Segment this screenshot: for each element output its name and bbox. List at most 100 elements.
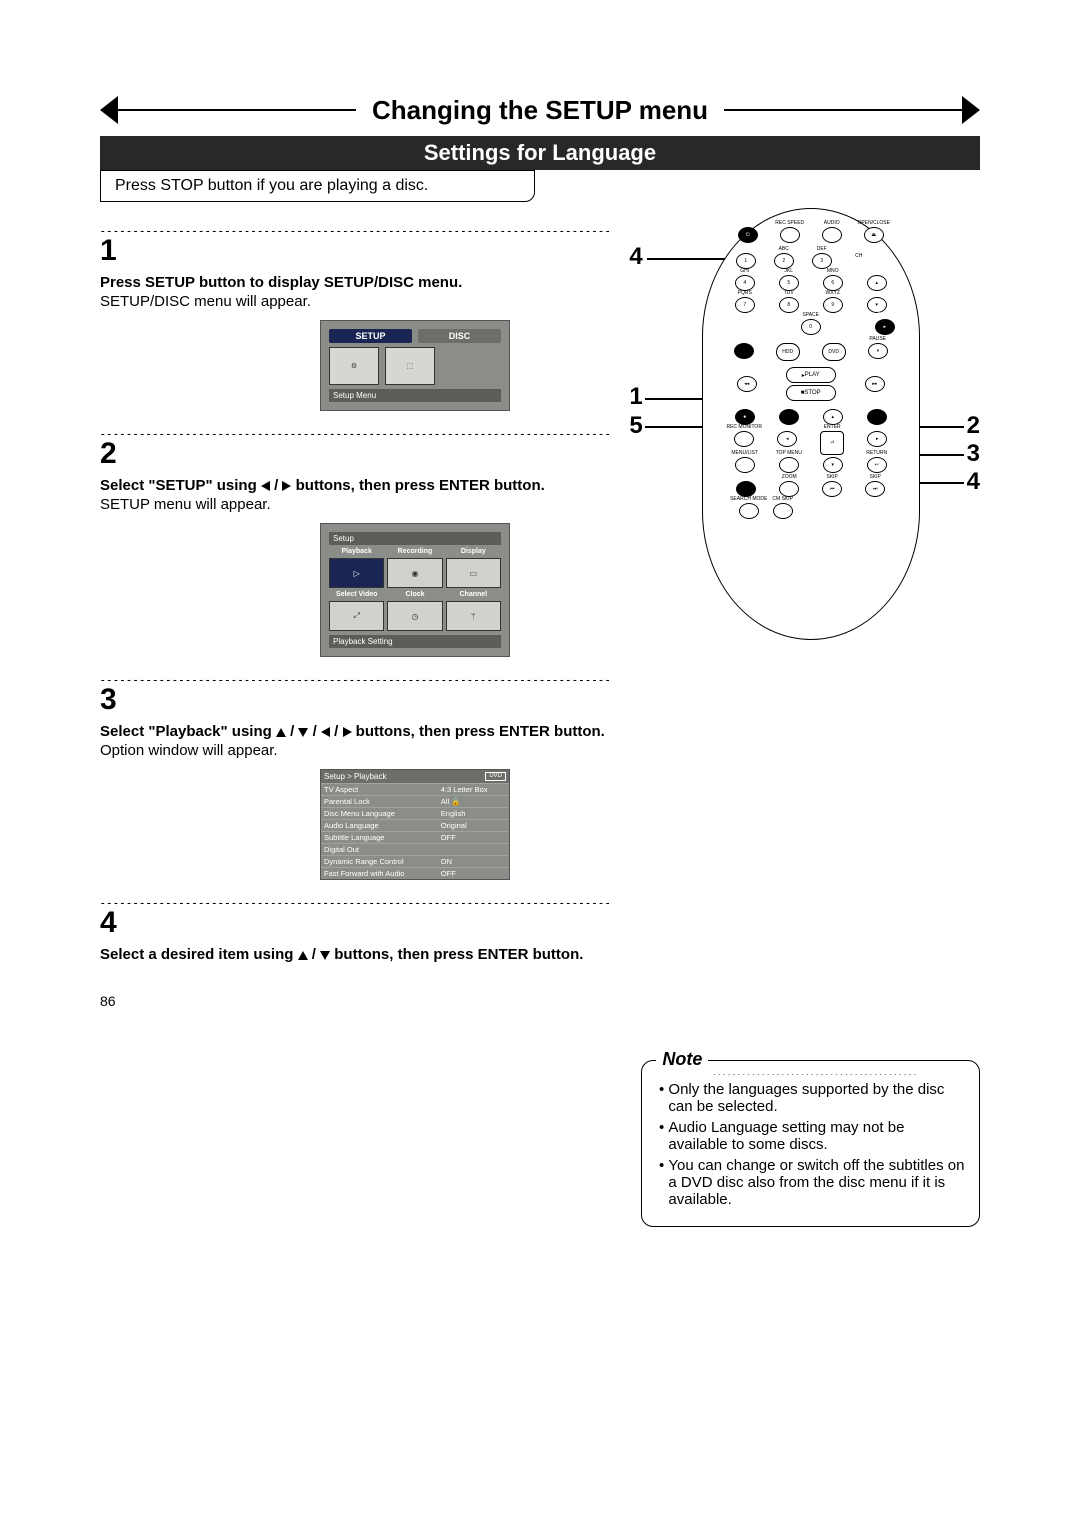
- pause-button: PAUSE⏸: [868, 343, 888, 359]
- step-number-1: 1: [100, 234, 611, 268]
- num-4: GHI4: [735, 275, 755, 291]
- note-item: Audio Language setting may not be availa…: [668, 1119, 967, 1153]
- num-2: ABC2: [774, 253, 794, 269]
- divider-dots: ........................................…: [100, 224, 611, 232]
- step-number-3: 3: [100, 683, 611, 717]
- step2-text: SETUP menu will appear.: [100, 496, 611, 513]
- osd1-footer: Setup Menu: [329, 389, 501, 402]
- osd-clock-cell: ◷: [387, 601, 442, 631]
- page-number: 86: [100, 993, 611, 1009]
- osd2-footer: Playback Setting: [329, 635, 501, 648]
- callout-3: 3: [967, 440, 980, 468]
- note-item: Only the languages supported by the disc…: [668, 1081, 967, 1115]
- step4-instruction: Select a desired item using / buttons, t…: [100, 946, 611, 963]
- dpad-down: ▾: [823, 457, 843, 473]
- step2-instruction: Select "SETUP" using / buttons, then pre…: [100, 477, 611, 494]
- left-arrow-icon: [261, 481, 270, 491]
- play-button: ▸ PLAY: [786, 367, 836, 383]
- searchmode-button: SEARCH MODE: [739, 503, 759, 519]
- down-arrow-icon: [320, 951, 330, 960]
- stop-button: ■ STOP: [786, 385, 836, 401]
- callout-1: 1: [629, 383, 642, 411]
- rec-otr-button: REC/OTR●: [735, 409, 755, 425]
- dpad-up: ▴: [823, 409, 843, 425]
- osd-disc-tile: ⬚: [385, 347, 435, 385]
- osd-recording-cell: ◉: [387, 558, 442, 588]
- power-button: POWER⏻: [738, 227, 758, 243]
- recspeed-button: REC SPEED: [780, 227, 800, 243]
- menulist-button: MENU/LIST: [735, 457, 755, 473]
- note-box: Note ...................................…: [641, 1060, 980, 1227]
- osd-playback-options: Setup > PlaybackDVD TV Aspect4:3 Letter …: [320, 769, 510, 880]
- num-3: DEF3: [812, 253, 832, 269]
- setup-button: SETUP: [779, 409, 799, 425]
- osd-tab-disc: DISC: [418, 329, 501, 343]
- hdd-button: HDD: [776, 343, 800, 361]
- page-title: Changing the SETUP menu: [356, 95, 724, 126]
- osd-setup-disc-menu: SETUP DISC ⚙ ⬚ Setup Menu: [320, 320, 510, 411]
- note-item: You can change or switch off the subtitl…: [668, 1157, 967, 1208]
- callout-4: 4: [629, 243, 642, 271]
- dpad-right: ▸: [867, 431, 887, 447]
- return-button: RETURN↩: [867, 457, 887, 473]
- osd-tab-setup: SETUP: [329, 329, 412, 343]
- dpad-left: ◂: [777, 431, 797, 447]
- left-arrow-icon: [321, 727, 330, 737]
- step3-text: Option window will appear.: [100, 742, 611, 759]
- cmskip-button: CM SKIP: [773, 503, 793, 519]
- pre-step-box: Press STOP button if you are playing a d…: [100, 170, 535, 202]
- step-number-4: 4: [100, 906, 611, 940]
- audio-button: AUDIO: [822, 227, 842, 243]
- step1-text: SETUP/DISC menu will appear.: [100, 293, 611, 310]
- ff-button: ▸▸: [865, 376, 885, 392]
- callout-5: 5: [629, 412, 642, 440]
- ch-up: ▴: [867, 275, 887, 291]
- step-number-2: 2: [100, 437, 611, 471]
- remote-control-diagram: POWER⏻ REC SPEED AUDIO OPEN/CLOSE⏏ 1 ABC…: [702, 208, 920, 640]
- divider-dots: ........................................…: [100, 427, 611, 435]
- osd-setup-menu: Setup Playback Recording Display ▷ ◉ ▭ S…: [320, 523, 510, 657]
- skip-prev-button: SKIP⏮: [822, 481, 842, 497]
- topmenu-button: TOP MENU: [779, 457, 799, 473]
- osd-setup-tile: ⚙: [329, 347, 379, 385]
- up-arrow-icon: [298, 951, 308, 960]
- ch-label: CH: [850, 253, 868, 269]
- num-9: WXYZ9: [823, 297, 843, 313]
- num-0: SPACE0: [801, 319, 821, 335]
- ch-down: ▾: [867, 297, 887, 313]
- openclose-button: OPEN/CLOSE⏏: [864, 227, 884, 243]
- callout-2: 2: [967, 412, 980, 440]
- callout-4b: 4: [967, 468, 980, 496]
- osd-playback-table: TV Aspect4:3 Letter Box Parental LockAll…: [321, 783, 509, 879]
- num-7: PQRS7: [735, 297, 755, 313]
- dvd-badge-icon: DVD: [485, 772, 506, 781]
- num-1: 1: [736, 253, 756, 269]
- num-8: TUV8: [779, 297, 799, 313]
- osd2-title: Setup: [329, 532, 501, 545]
- num-6: MNO6: [823, 275, 843, 291]
- divider-dots: ........................................…: [100, 896, 611, 904]
- section-subtitle: Settings for Language: [100, 136, 980, 170]
- title-ribbon: Changing the SETUP menu: [100, 90, 980, 130]
- rew-button: ◂◂: [737, 376, 757, 392]
- osd-selectvideo-cell: ⤢: [329, 601, 384, 631]
- enter-button: ENTER⏎: [820, 431, 844, 455]
- divider-dots: ........................................…: [100, 673, 611, 681]
- up-arrow-icon: [276, 728, 286, 737]
- display-button: DISPLAY: [734, 343, 754, 359]
- dvd-button: DVD: [822, 343, 846, 361]
- down-arrow-icon: [298, 728, 308, 737]
- clear-button: CLEAR/C-RESET: [736, 481, 756, 497]
- step3-instruction: Select "Playback" using / / / buttons, t…: [100, 723, 611, 740]
- right-arrow-icon: [343, 727, 352, 737]
- osd-playback-cell: ▷: [329, 558, 384, 588]
- timer-prog-button: TIMER PROG.: [867, 409, 887, 425]
- osd-display-cell: ▭: [446, 558, 501, 588]
- skip-next-button: SKIP⏭: [865, 481, 885, 497]
- ribbon-arrow-left: [100, 96, 118, 124]
- ribbon-arrow-right: [962, 96, 980, 124]
- num-5: JKL5: [779, 275, 799, 291]
- zoom-button: ZOOM: [779, 481, 799, 497]
- slow-button: SLOW▸: [875, 319, 895, 335]
- rec-monitor-button: REC MONITOR: [734, 431, 754, 447]
